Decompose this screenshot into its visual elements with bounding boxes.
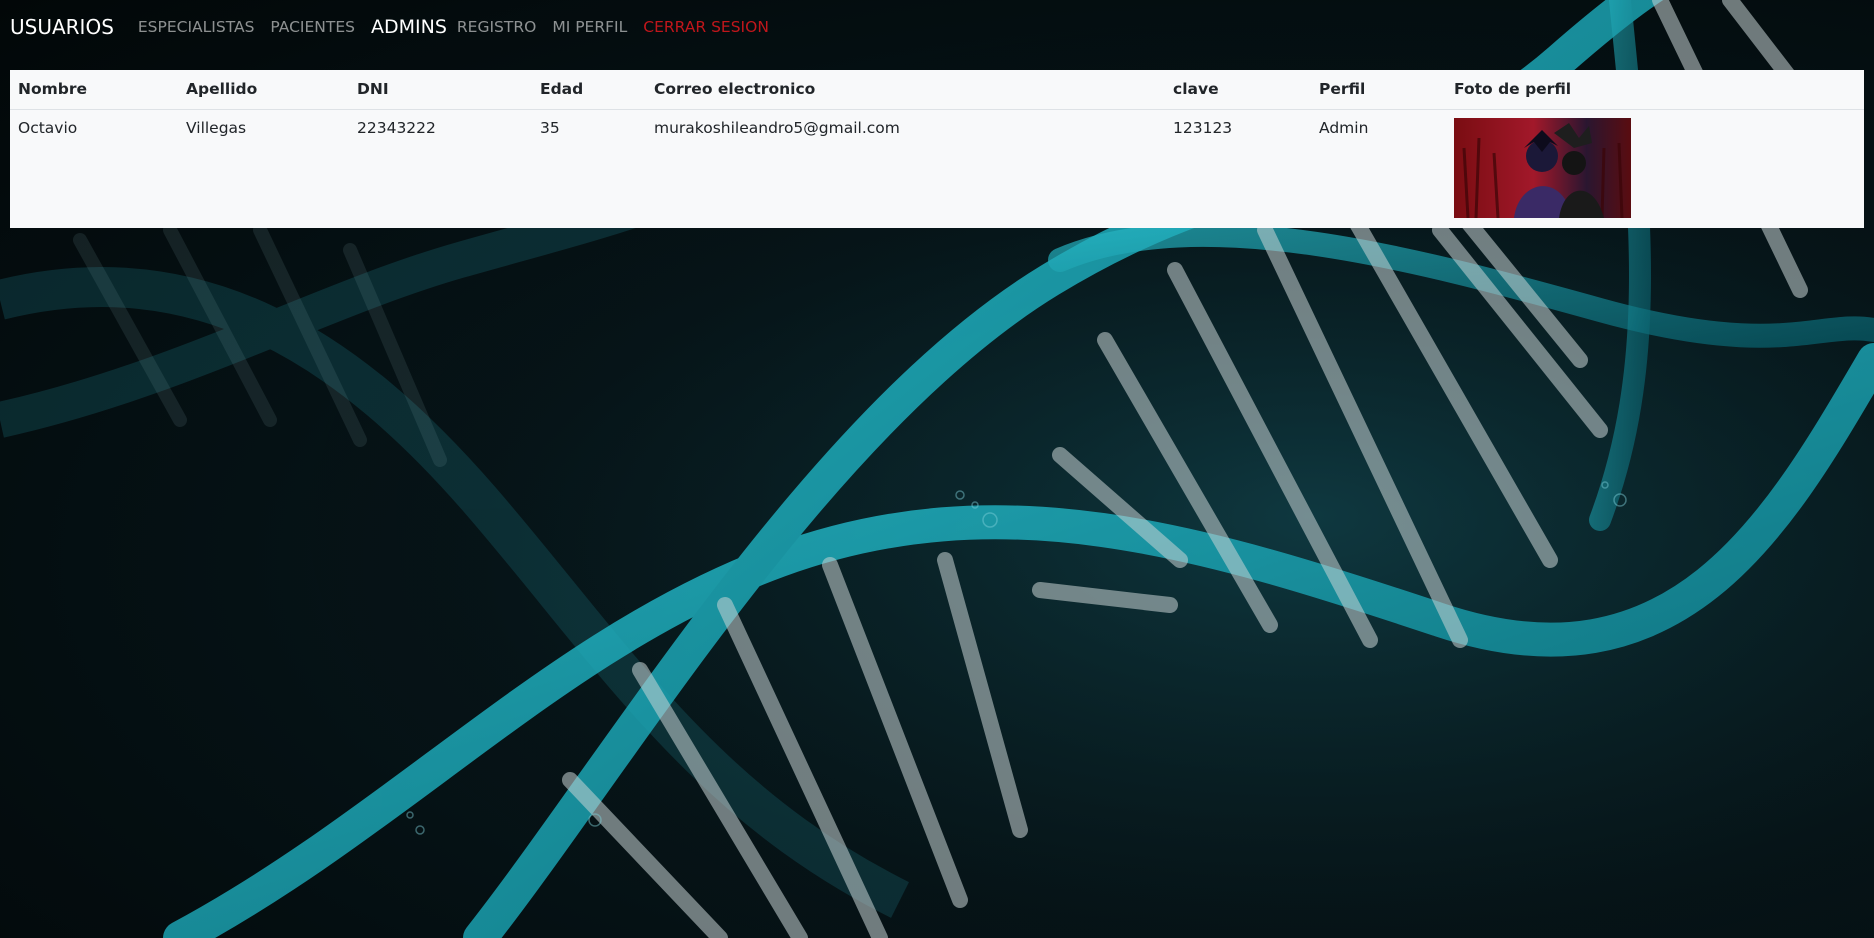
cell-apellido: Villegas — [186, 119, 247, 137]
nav-link-admins[interactable]: ADMINS — [371, 16, 447, 38]
nav-link-registro[interactable]: REGISTRO — [457, 18, 536, 36]
header-foto-de-perfil: Foto de perfil — [1446, 70, 1864, 110]
table-row: Octavio Villegas 22343222 35 murakoshile… — [10, 110, 1864, 228]
cell-dni: 22343222 — [357, 119, 436, 137]
header-nombre: Nombre — [10, 70, 178, 110]
cell-correo: murakoshileandro5@gmail.com — [654, 119, 900, 137]
table-header: Nombre Apellido DNI Edad Correo electron… — [10, 70, 1864, 110]
cell-nombre: Octavio — [18, 119, 78, 137]
cell-foto-de-perfil — [1446, 110, 1864, 228]
cell-perfil: Admin — [1319, 119, 1369, 137]
header-row: Nombre Apellido DNI Edad Correo electron… — [10, 70, 1864, 110]
nav-link-especialistas[interactable]: ESPECIALISTAS — [138, 18, 255, 36]
header-dni: DNI — [349, 70, 532, 110]
admins-table: Nombre Apellido DNI Edad Correo electron… — [10, 70, 1864, 227]
nav-link-pacientes[interactable]: PACIENTES — [270, 18, 355, 36]
brand-usuarios[interactable]: USUARIOS — [10, 15, 114, 39]
cell-edad: 35 — [540, 119, 560, 137]
admins-table-panel: Nombre Apellido DNI Edad Correo electron… — [10, 70, 1864, 228]
header-correo: Correo electronico — [646, 70, 1165, 110]
nav-link-cerrar-sesion[interactable]: CERRAR SESION — [643, 18, 769, 36]
nav-link-mi-perfil[interactable]: MI PERFIL — [552, 18, 627, 36]
header-perfil: Perfil — [1311, 70, 1446, 110]
profile-photo-image — [1454, 118, 1631, 218]
header-apellido: Apellido — [178, 70, 349, 110]
header-clave: clave — [1165, 70, 1311, 110]
top-navbar: USUARIOS ESPECIALISTAS PACIENTES ADMINS … — [0, 0, 1874, 54]
cell-clave: 123123 — [1173, 119, 1233, 137]
header-edad: Edad — [532, 70, 646, 110]
